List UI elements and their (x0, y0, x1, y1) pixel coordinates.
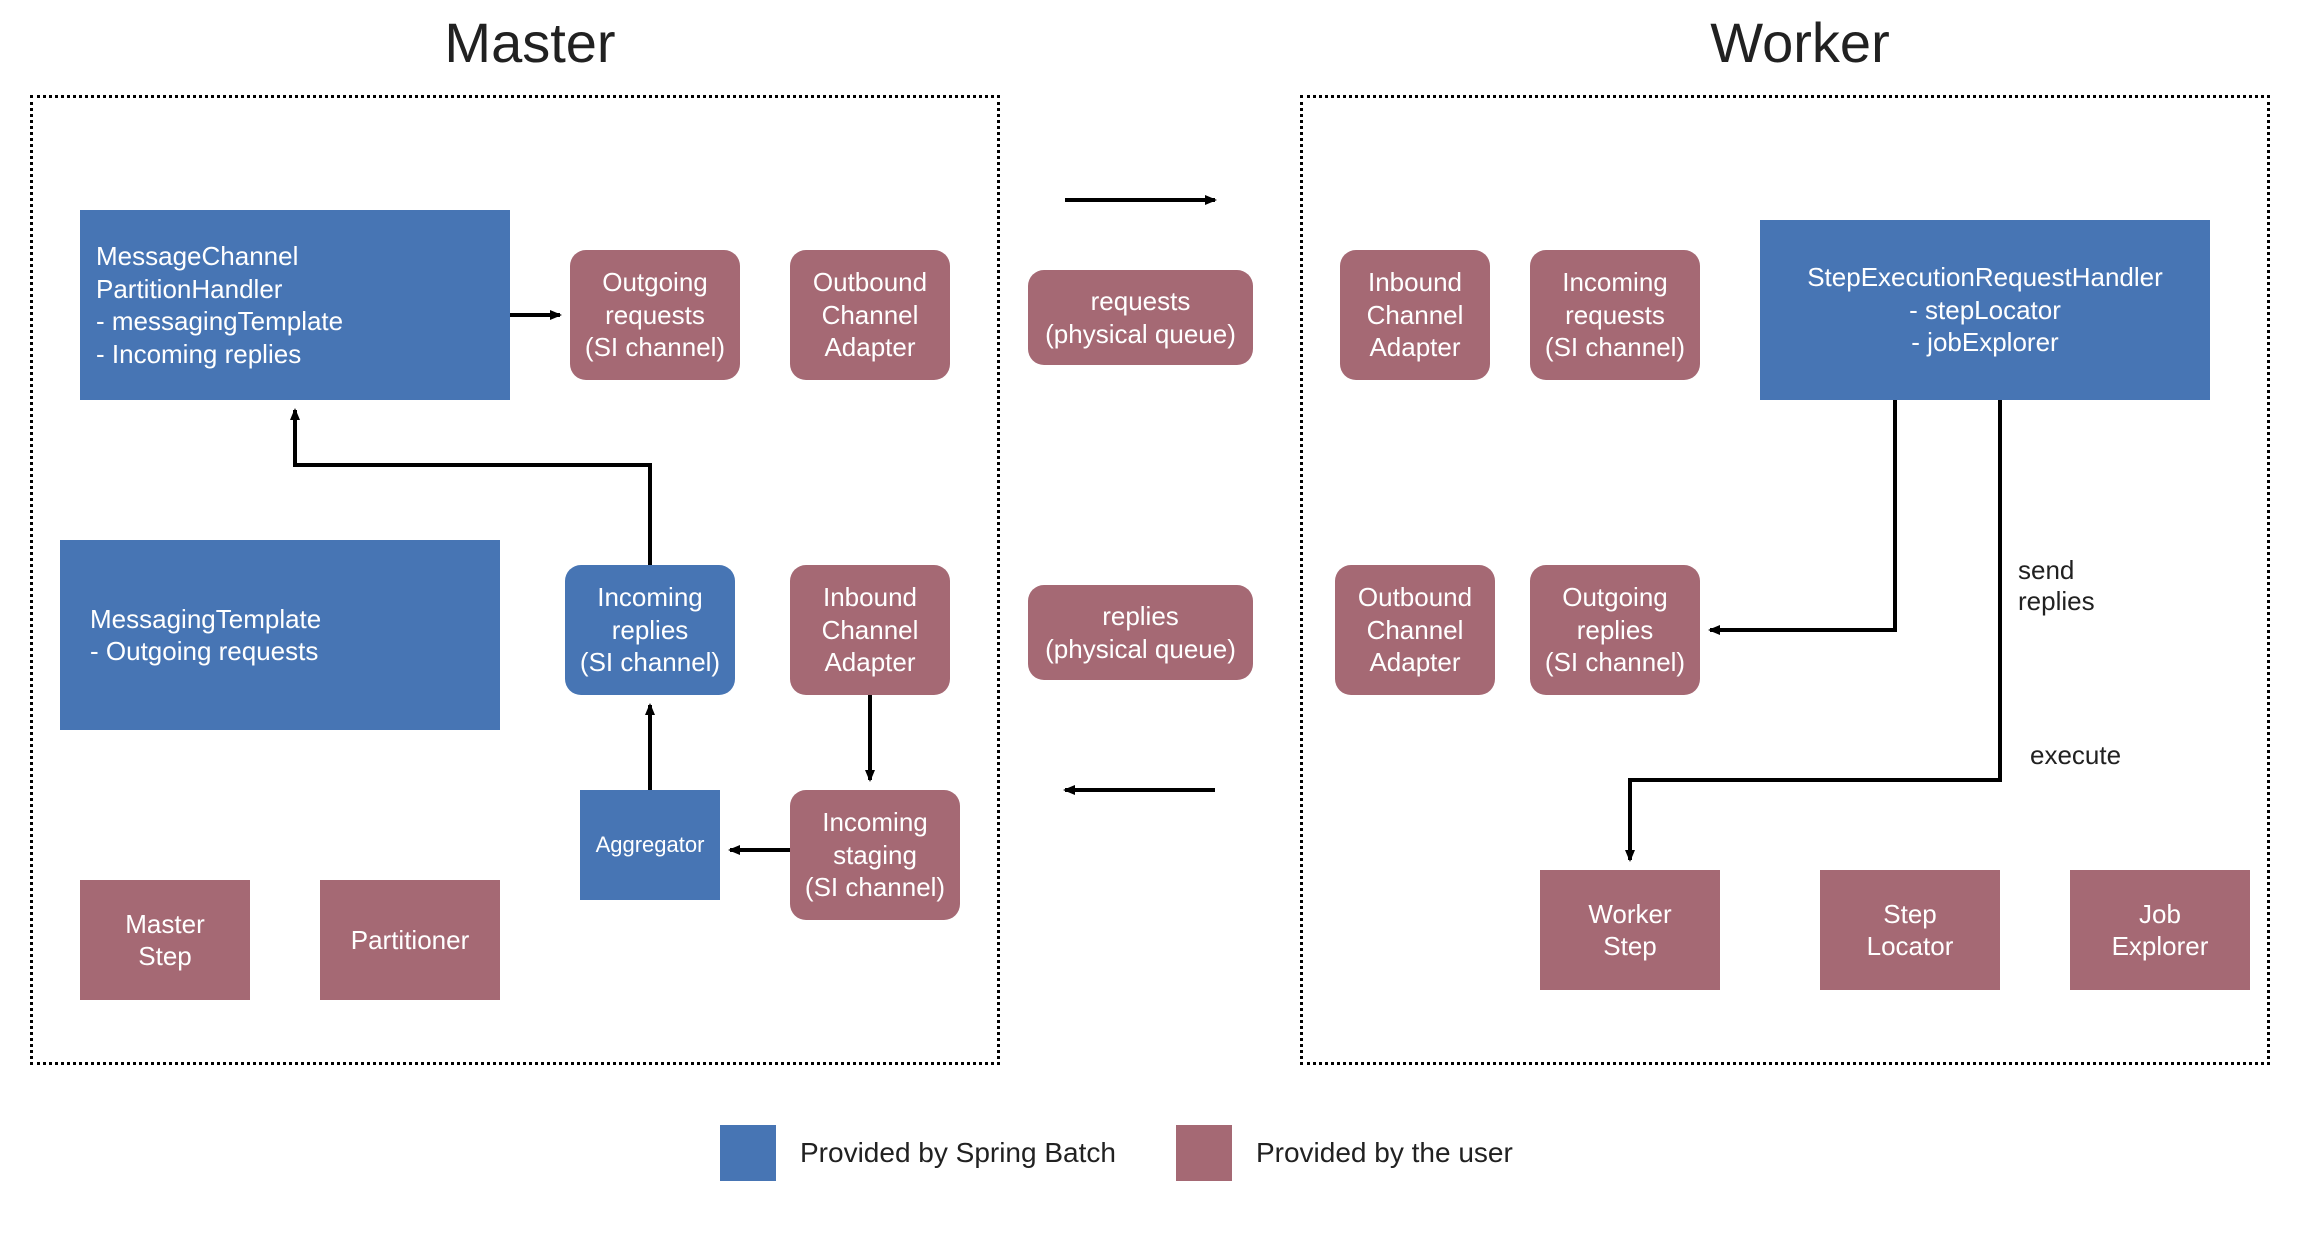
line: (physical queue) (1045, 318, 1236, 351)
line: Step (1883, 898, 1937, 931)
outbound-channel-adapter-worker: Outbound Channel Adapter (1335, 565, 1495, 695)
legend-user-label: Provided by the user (1256, 1137, 1513, 1169)
line: (SI channel) (1545, 646, 1685, 679)
line: Step (1603, 930, 1657, 963)
line: Inbound (1368, 266, 1462, 299)
outbound-channel-adapter-master: Outbound Channel Adapter (790, 250, 950, 380)
line: Master (125, 908, 204, 941)
swatch-blue (720, 1125, 776, 1181)
line: (SI channel) (580, 646, 720, 679)
message-channel-partition-handler: MessageChannel PartitionHandler - messag… (80, 210, 510, 400)
line: send (2018, 555, 2095, 586)
line: Adapter (1369, 646, 1460, 679)
line: MessageChannel (96, 240, 494, 273)
line: PartitionHandler (96, 273, 494, 306)
line: requests (605, 299, 705, 332)
line: Adapter (824, 646, 915, 679)
line: (physical queue) (1045, 633, 1236, 666)
line: Job (2139, 898, 2181, 931)
job-explorer: Job Explorer (2070, 870, 2250, 990)
line: Locator (1867, 930, 1954, 963)
line: staging (833, 839, 917, 872)
master-step: Master Step (80, 880, 250, 1000)
legend-user: Provided by the user (1176, 1125, 1513, 1181)
line: Incoming (822, 806, 928, 839)
execute-label: execute (2030, 740, 2121, 771)
line: Outbound (1358, 581, 1472, 614)
master-title: Master (390, 10, 670, 75)
line: - messagingTemplate (96, 305, 494, 338)
line: - jobExplorer (1911, 326, 2058, 359)
incoming-requests-channel: Incoming requests (SI channel) (1530, 250, 1700, 380)
worker-title: Worker (1660, 10, 1940, 75)
incoming-replies-channel: Incoming replies (SI channel) (565, 565, 735, 695)
worker-step: Worker Step (1540, 870, 1720, 990)
line: Incoming (597, 581, 703, 614)
line: replies (612, 614, 689, 647)
messaging-template: MessagingTemplate - Outgoing requests (60, 540, 500, 730)
line: MessagingTemplate (90, 603, 484, 636)
legend-spring: Provided by Spring Batch (720, 1125, 1116, 1181)
line: (SI channel) (805, 871, 945, 904)
line: Adapter (1369, 331, 1460, 364)
legend-spring-label: Provided by Spring Batch (800, 1137, 1116, 1169)
line: - Incoming replies (96, 338, 494, 371)
line: Channel (1367, 614, 1464, 647)
aggregator: Aggregator (580, 790, 720, 900)
swatch-mauve (1176, 1125, 1232, 1181)
line: Inbound (823, 581, 917, 614)
outgoing-requests-channel: Outgoing requests (SI channel) (570, 250, 740, 380)
line: Step (138, 940, 192, 973)
line: Adapter (824, 331, 915, 364)
line: Outgoing (1562, 581, 1668, 614)
incoming-staging-channel: Incoming staging (SI channel) (790, 790, 960, 920)
requests-physical-queue: requests (physical queue) (1028, 270, 1253, 365)
outgoing-replies-channel: Outgoing replies (SI channel) (1530, 565, 1700, 695)
inbound-channel-adapter-worker: Inbound Channel Adapter (1340, 250, 1490, 380)
partitioner: Partitioner (320, 880, 500, 1000)
line: requests (1091, 285, 1191, 318)
replies-physical-queue: replies (physical queue) (1028, 585, 1253, 680)
line: replies (2018, 586, 2095, 617)
line: Explorer (2112, 930, 2209, 963)
line: Channel (822, 614, 919, 647)
inbound-channel-adapter-master: Inbound Channel Adapter (790, 565, 950, 695)
line: replies (1577, 614, 1654, 647)
line: - stepLocator (1909, 294, 2061, 327)
legend: Provided by Spring Batch Provided by the… (720, 1125, 1513, 1181)
step-execution-request-handler: StepExecutionRequestHandler - stepLocato… (1760, 220, 2210, 400)
line: requests (1565, 299, 1665, 332)
line: Channel (1367, 299, 1464, 332)
line: Outgoing (602, 266, 708, 299)
line: Outbound (813, 266, 927, 299)
line: StepExecutionRequestHandler (1807, 261, 2163, 294)
send-replies-label: send replies (2018, 555, 2095, 617)
line: Worker (1588, 898, 1671, 931)
line: Incoming (1562, 266, 1668, 299)
line: (SI channel) (1545, 331, 1685, 364)
line: (SI channel) (585, 331, 725, 364)
line: Channel (822, 299, 919, 332)
line: replies (1102, 600, 1179, 633)
line: - Outgoing requests (90, 635, 484, 668)
step-locator: Step Locator (1820, 870, 2000, 990)
